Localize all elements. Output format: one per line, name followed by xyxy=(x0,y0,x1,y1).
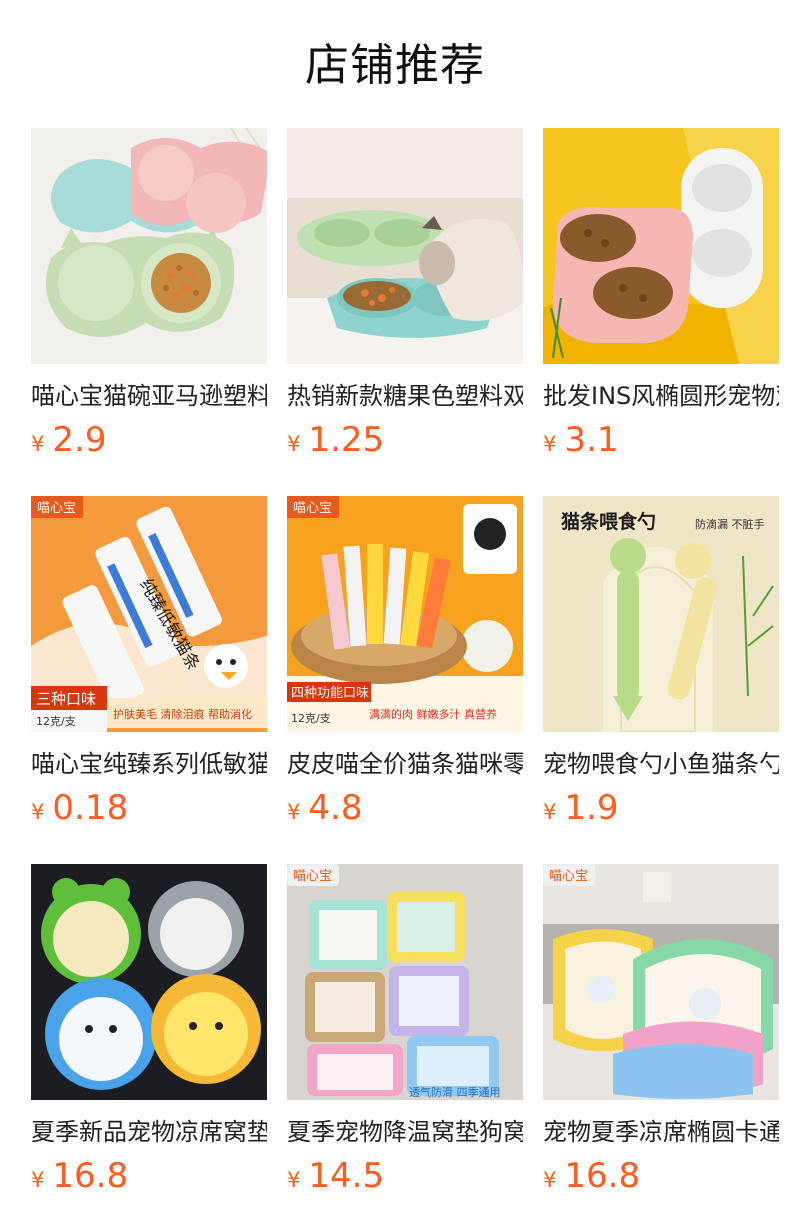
image-brand-text: 喵心宝 xyxy=(293,869,332,884)
image-headline-text: 猫条喂食勺 xyxy=(561,510,656,533)
image-brand-text: 喵心宝 xyxy=(37,501,76,516)
currency-symbol: ¥ xyxy=(31,800,45,824)
product-price: ¥16.8 xyxy=(543,1154,640,1198)
product-price: ¥0.18 xyxy=(31,786,128,830)
product-card[interactable]: 喵心宝 纯臻低敏猫条 三种口味 12克/支 护肤美毛 清除泪痕 帮助消化 喵心宝… xyxy=(31,496,267,836)
product-image[interactable]: 喵心宝 纯臻低敏猫条 三种口味 12克/支 护肤美毛 清除泪痕 帮助消化 xyxy=(31,496,267,732)
image-spec-text: 12克/支 xyxy=(36,715,76,728)
product-image[interactable]: 喵心宝 四种功能口味 12克/支 满满的肉 鲜嫩多汁 真营养 xyxy=(287,496,523,732)
page-title: 店铺推荐 xyxy=(305,40,485,91)
currency-symbol: ¥ xyxy=(543,432,557,456)
product-card[interactable]: 热销新款糖果色塑料双碗 ¥1.25 xyxy=(287,128,523,468)
price-value: 14.5 xyxy=(308,1156,385,1196)
currency-symbol: ¥ xyxy=(287,800,301,824)
price-value: 16.8 xyxy=(564,1156,641,1196)
product-price: ¥3.1 xyxy=(543,418,618,462)
product-image[interactable] xyxy=(543,128,779,364)
product-image[interactable]: 猫条喂食勺 防滴漏 不脏手 xyxy=(543,496,779,732)
product-price: ¥16.8 xyxy=(31,1154,128,1198)
image-tagline-text: 护肤美毛 清除泪痕 帮助消化 xyxy=(113,707,252,721)
image-brand-text: 喵心宝 xyxy=(549,869,588,884)
product-image[interactable] xyxy=(31,864,267,1100)
product-name[interactable]: 喵心宝纯臻系列低敏猫条 xyxy=(31,748,267,780)
currency-symbol: ¥ xyxy=(31,1168,45,1192)
product-card[interactable]: 批发INS风椭圆形宠物双碗 ¥3.1 xyxy=(543,128,779,468)
image-badge-text: 三种口味 xyxy=(36,690,96,708)
product-card[interactable]: 喵心宝 四种功能口味 12克/支 满满的肉 鲜嫩多汁 真营养 皮皮喵全价猫条猫咪… xyxy=(287,496,523,836)
currency-symbol: ¥ xyxy=(543,800,557,824)
product-price: ¥1.25 xyxy=(287,418,384,462)
product-image[interactable] xyxy=(287,128,523,364)
product-price: ¥14.5 xyxy=(287,1154,384,1198)
product-name[interactable]: 热销新款糖果色塑料双碗 xyxy=(287,380,523,412)
image-note-text: 防滴漏 不脏手 xyxy=(695,517,765,531)
image-badge-text: 四种功能口味 xyxy=(291,686,369,701)
currency-symbol: ¥ xyxy=(31,432,45,456)
price-value: 0.18 xyxy=(52,788,129,828)
product-card[interactable]: 喵心宝 宠物夏季凉席椭圆卡通窝 ¥16.8 xyxy=(543,864,779,1204)
product-card[interactable]: 喵心宝猫碗亚马逊塑料双碗 ¥2.9 xyxy=(31,128,267,468)
product-name[interactable]: 夏季新品宠物凉席窝垫 xyxy=(31,1116,267,1148)
price-value: 16.8 xyxy=(52,1156,129,1196)
product-image[interactable] xyxy=(31,128,267,364)
product-name[interactable]: 夏季宠物降温窝垫狗窝 xyxy=(287,1116,523,1148)
product-image[interactable]: 喵心宝 xyxy=(543,864,779,1100)
image-tagline-text: 透气防滑 四季通用 xyxy=(409,1085,501,1099)
product-card[interactable]: 喵心宝 透气防滑 四季通用 夏季宠物降温窝垫狗窝 ¥14.5 xyxy=(287,864,523,1204)
image-spec-text: 12克/支 xyxy=(291,712,331,725)
product-price: ¥2.9 xyxy=(31,418,106,462)
product-name[interactable]: 喵心宝猫碗亚马逊塑料双碗 xyxy=(31,380,267,412)
currency-symbol: ¥ xyxy=(543,1168,557,1192)
product-card[interactable]: 夏季新品宠物凉席窝垫 ¥16.8 xyxy=(31,864,267,1204)
product-name[interactable]: 宠物喂食勺小鱼猫条勺 xyxy=(543,748,779,780)
price-value: 1.9 xyxy=(564,788,619,828)
product-price: ¥1.9 xyxy=(543,786,618,830)
currency-symbol: ¥ xyxy=(287,432,301,456)
image-tagline-text: 满满的肉 鲜嫩多汁 真营养 xyxy=(369,707,497,721)
product-name[interactable]: 皮皮喵全价猫条猫咪零食 xyxy=(287,748,523,780)
price-value: 1.25 xyxy=(308,420,385,460)
price-value: 2.9 xyxy=(52,420,107,460)
product-name[interactable]: 宠物夏季凉席椭圆卡通窝 xyxy=(543,1116,779,1148)
product-name[interactable]: 批发INS风椭圆形宠物双碗 xyxy=(543,380,779,412)
price-value: 3.1 xyxy=(564,420,619,460)
product-card[interactable]: 猫条喂食勺 防滴漏 不脏手 宠物喂食勺小鱼猫条勺 ¥1.9 xyxy=(543,496,779,836)
currency-symbol: ¥ xyxy=(287,1168,301,1192)
product-price: ¥4.8 xyxy=(287,786,362,830)
product-image[interactable]: 喵心宝 透气防滑 四季通用 xyxy=(287,864,523,1100)
image-brand-text: 喵心宝 xyxy=(293,501,332,516)
price-value: 4.8 xyxy=(308,788,363,828)
